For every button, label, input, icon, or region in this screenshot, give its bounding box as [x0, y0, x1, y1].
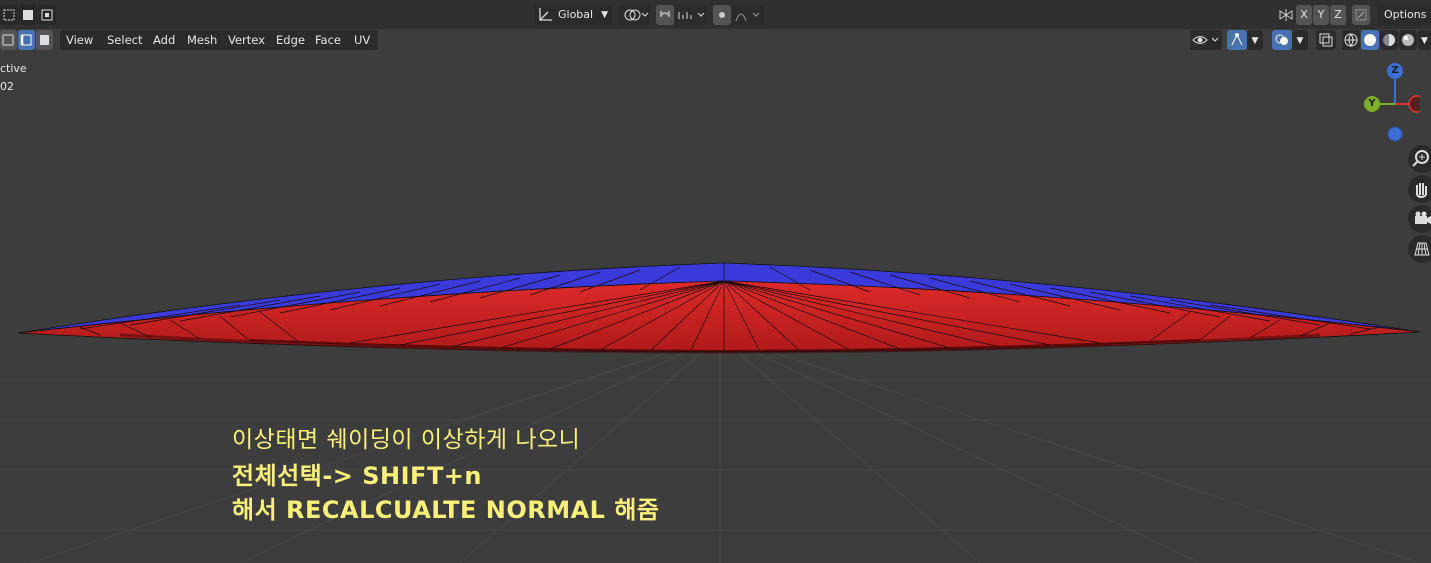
- zoom-button[interactable]: [1408, 145, 1431, 173]
- pan-button[interactable]: [1408, 175, 1431, 203]
- mesh-object: [17, 262, 1421, 354]
- zoom-icon: [1412, 150, 1429, 167]
- gizmo-y-axis[interactable]: Y: [1364, 96, 1380, 112]
- annotation-line-2: 전체선택-> SHIFT+n: [232, 462, 483, 490]
- perspective-toggle-button[interactable]: [1408, 235, 1431, 263]
- camera-view-button[interactable]: [1408, 205, 1431, 233]
- hand-icon: [1416, 183, 1427, 198]
- camera-icon: [1415, 211, 1431, 224]
- annotation-line-1: 이상태면 쉐이딩이 이상하게 나오니: [232, 427, 581, 453]
- grid-perspective-icon: [1414, 242, 1430, 256]
- gizmo-z-axis[interactable]: Z: [1387, 63, 1403, 79]
- annotation-line-3: 해서 RECALCUALTE NORMAL 해줌: [232, 496, 660, 524]
